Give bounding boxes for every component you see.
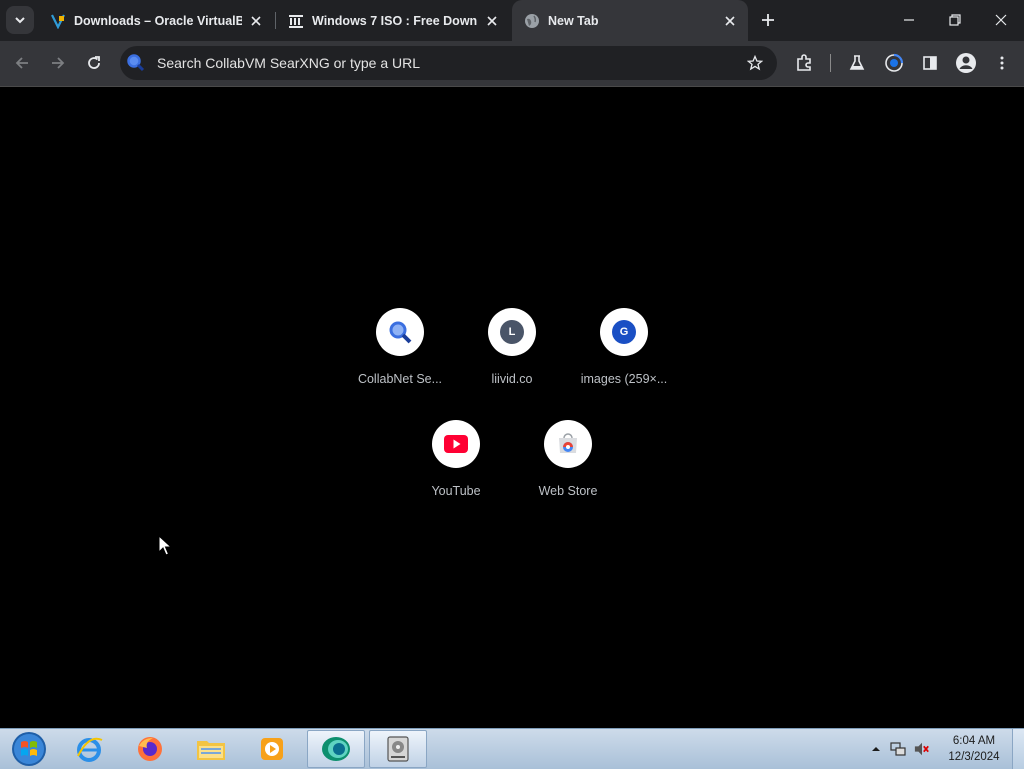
- side-panel-icon: [923, 56, 937, 70]
- address-bar[interactable]: Search CollabVM SearXNG or type a URL: [120, 46, 777, 80]
- chevron-down-icon: [15, 17, 25, 24]
- puzzle-icon: [797, 54, 811, 71]
- browser-taskbar-button[interactable]: [307, 730, 365, 768]
- shortcut-images[interactable]: G images (259×...: [568, 308, 680, 408]
- clock-date: 12/3/2024: [948, 751, 1000, 763]
- firefox-button[interactable]: [121, 730, 179, 768]
- more-vert-icon: [1000, 56, 1004, 70]
- windows-orb-icon: [12, 732, 46, 766]
- show-desktop-button[interactable]: [1012, 729, 1024, 769]
- restore-button[interactable]: [932, 0, 978, 40]
- shortcut-liivid[interactable]: L liivid.co: [456, 308, 568, 408]
- menu-button[interactable]: [988, 49, 1016, 77]
- toolbar-divider: [830, 54, 831, 72]
- magnifier-icon: [376, 308, 424, 356]
- flask-icon: [849, 55, 865, 70]
- new-tab-button[interactable]: [756, 8, 780, 32]
- shortcut-label: images (259×...: [580, 372, 668, 386]
- back-button[interactable]: [8, 49, 36, 77]
- internet-explorer-icon: [77, 737, 103, 762]
- shortcut-web-store[interactable]: Web Store: [512, 420, 624, 520]
- reload-icon: [88, 56, 100, 69]
- shortcut-label: Web Store: [538, 484, 598, 498]
- shortcut-label: YouTube: [431, 484, 481, 498]
- youtube-icon: [432, 420, 480, 468]
- start-button[interactable]: [0, 730, 58, 768]
- avatar-icon: [956, 53, 976, 73]
- reload-button[interactable]: [80, 49, 108, 77]
- extension-circle-icon: [885, 53, 904, 72]
- web-store-icon: [544, 420, 592, 468]
- arrow-left-icon: [15, 57, 28, 69]
- file-explorer-button[interactable]: [182, 730, 240, 768]
- globe-icon: [524, 13, 540, 29]
- network-icon[interactable]: [890, 741, 906, 757]
- tab-title: New Tab: [548, 13, 599, 28]
- tab-title: Windows 7 ISO : Free Download: [312, 13, 478, 28]
- media-player-icon: [261, 738, 283, 760]
- shortcut-label: CollabNet Se...: [357, 372, 443, 386]
- search-engine-icon: [125, 52, 147, 74]
- mouse-cursor-icon: [158, 535, 172, 556]
- virtualbox-icon: [50, 13, 66, 29]
- disk-drive-icon: [387, 736, 409, 762]
- minimize-button[interactable]: [886, 0, 932, 40]
- windows-taskbar: 6:04 AM 12/3/2024: [0, 728, 1024, 769]
- clock-time: 6:04 AM: [952, 735, 996, 747]
- arrow-right-icon: [52, 57, 65, 69]
- show-hidden-icons-icon[interactable]: [868, 741, 884, 757]
- tab-search-button[interactable]: [6, 6, 34, 34]
- plus-icon: [762, 14, 774, 26]
- tab-title: Downloads – Oracle VirtualBox: [74, 13, 242, 28]
- tab-windows7-iso[interactable]: Windows 7 ISO : Free Download: [276, 6, 510, 35]
- tab-downloads-virtualbox[interactable]: Downloads – Oracle VirtualBox: [38, 6, 274, 35]
- close-window-button[interactable]: [978, 0, 1024, 40]
- forward-button[interactable]: [44, 49, 72, 77]
- restore-icon: [949, 14, 961, 26]
- firefox-icon: [138, 737, 162, 761]
- close-icon: [995, 14, 1007, 26]
- shortcut-label: liivid.co: [491, 372, 533, 386]
- close-icon[interactable]: [484, 13, 500, 29]
- media-player-button[interactable]: [243, 730, 301, 768]
- letter-l-glyph: L: [500, 320, 524, 344]
- letter-g-icon: G: [600, 308, 648, 356]
- volume-muted-icon[interactable]: [914, 741, 930, 757]
- tab-strip: Downloads – Oracle VirtualBox Windows 7 …: [0, 0, 1024, 41]
- shortcut-collabnet[interactable]: CollabNet Se...: [344, 308, 456, 408]
- extensions-button[interactable]: [790, 49, 818, 77]
- archive-org-icon: [288, 13, 304, 29]
- browser-toolbar: Search CollabVM SearXNG or type a URL: [0, 41, 1024, 87]
- labs-button[interactable]: [843, 49, 871, 77]
- close-icon[interactable]: [722, 13, 738, 29]
- extension-button[interactable]: [880, 49, 908, 77]
- internet-explorer-button[interactable]: [60, 730, 118, 768]
- tab-new-tab[interactable]: New Tab: [512, 0, 748, 41]
- browser-app-icon: [322, 737, 350, 761]
- folder-icon: [197, 741, 225, 760]
- close-icon[interactable]: [248, 13, 264, 29]
- disk-utility-taskbar-button[interactable]: [369, 730, 427, 768]
- system-clock[interactable]: 6:04 AM 12/3/2024: [940, 733, 1008, 765]
- letter-g-glyph: G: [612, 320, 636, 344]
- minimize-icon: [904, 19, 914, 21]
- letter-l-icon: L: [488, 308, 536, 356]
- side-panel-button[interactable]: [916, 49, 944, 77]
- bookmark-star-icon[interactable]: [741, 49, 769, 77]
- shortcut-youtube[interactable]: YouTube: [400, 420, 512, 520]
- address-bar-placeholder: Search CollabVM SearXNG or type a URL: [157, 55, 420, 71]
- profile-button[interactable]: [952, 49, 980, 77]
